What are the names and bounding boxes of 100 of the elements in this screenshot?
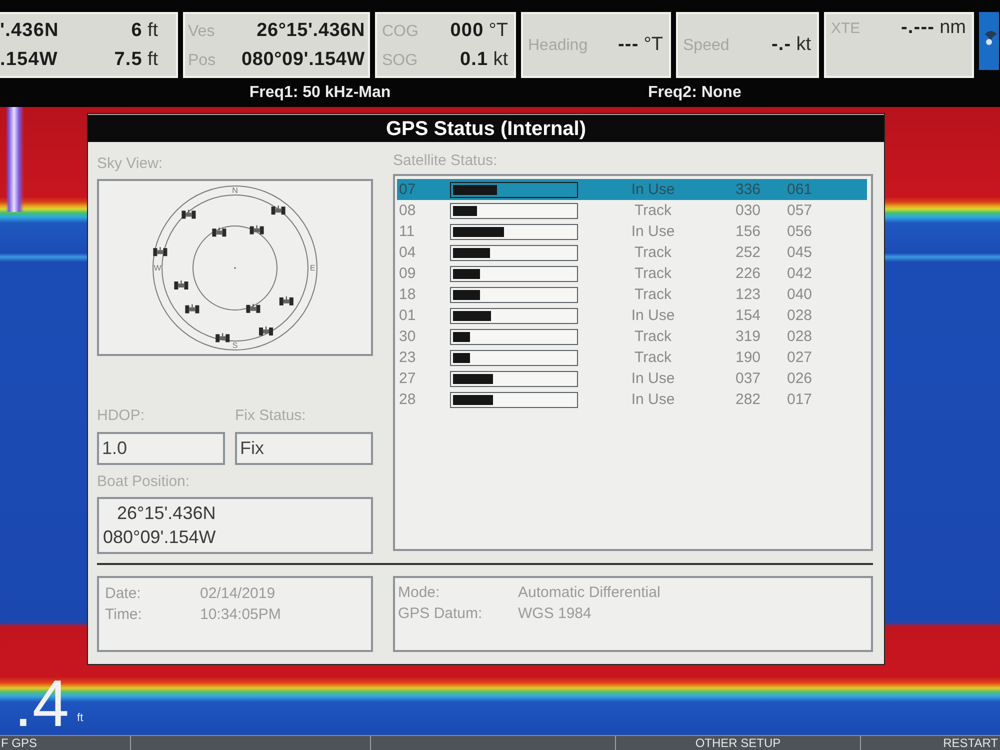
satellite-row[interactable]: 18 Track 123 040: [397, 284, 867, 305]
azimuth-value: 156: [734, 223, 762, 240]
satellite-icon: [271, 206, 286, 215]
tracking-status: Track: [634, 202, 672, 219]
azimuth-value: 030: [734, 202, 762, 219]
elevation-value: 061: [786, 181, 814, 198]
compass-label: N: [232, 186, 238, 195]
position-value: 080°09'.154W: [103, 526, 216, 549]
unit-label: ft: [147, 20, 158, 42]
satellite-row[interactable]: 08 Track 030 057: [397, 200, 867, 221]
satellite-icon: [216, 333, 230, 342]
satellite-id: 04: [398, 244, 417, 261]
satellite-id: 01: [398, 307, 417, 324]
compass-label: S: [232, 341, 238, 350]
satellite-icon: [259, 326, 273, 336]
azimuth-value: 252: [734, 244, 762, 261]
data-value: 0.1: [460, 48, 488, 70]
tracking-status: Track: [634, 265, 672, 282]
azimuth-value: 037: [734, 370, 762, 387]
data-value: 26°15'.436N: [256, 20, 365, 42]
satellite-id: 07: [398, 181, 417, 198]
menu-tab[interactable]: RESTART: [860, 736, 1000, 750]
satellite-icon: [182, 210, 196, 219]
satellite-icon: [185, 304, 200, 314]
azimuth-value: 226: [734, 265, 762, 282]
elevation-value: 042: [786, 265, 814, 282]
azimuth-value: 336: [734, 181, 762, 198]
satellite-row[interactable]: 09 Track 226 042: [397, 263, 867, 284]
satellite-row[interactable]: 23 Track 190 027: [397, 347, 867, 368]
elevation-value: 026: [786, 370, 814, 387]
field-label: Fix Status:: [235, 407, 306, 425]
satellite-id: 30: [398, 328, 417, 345]
menu-tab[interactable]: OTHER SETUP: [615, 736, 860, 750]
satellite-id: 11: [398, 223, 416, 240]
info-value: Automatic Differential: [518, 583, 662, 603]
data-value: -.---: [901, 17, 935, 39]
position-value: 26°15'.436N: [117, 502, 216, 525]
info-value: 10:34:05PM: [200, 605, 282, 625]
elevation-value: 056: [786, 223, 814, 240]
satellite-row[interactable]: 28 In Use 282 017: [397, 389, 867, 410]
elevation-value: 057: [786, 202, 814, 219]
frequency-label: Freq1: 50 kHz-Man: [249, 84, 391, 102]
tracking-status: In Use: [630, 391, 676, 408]
section-label: Satellite Status:: [393, 152, 498, 170]
field-label: HDOP:: [97, 407, 145, 425]
tile-icon[interactable]: [979, 12, 999, 70]
satellite-icon: [250, 225, 264, 234]
satellite-row[interactable]: 30 Track 319 028: [397, 326, 867, 347]
data-value: 000: [450, 20, 484, 42]
unit-label: °T: [644, 34, 663, 56]
satellite-icon: [279, 296, 294, 306]
satellite-id: 09: [398, 265, 417, 282]
azimuth-value: 190: [734, 349, 762, 366]
satellite-icon: [153, 247, 168, 256]
satellite-id: 28: [398, 391, 417, 408]
tracking-status: In Use: [630, 370, 676, 387]
tracking-status: Track: [634, 286, 672, 303]
elevation-value: 027: [786, 349, 814, 366]
satellite-row[interactable]: 07 In Use 336 061: [397, 179, 867, 200]
satellite-icon: [246, 304, 260, 313]
satellite-id: 27: [398, 370, 417, 387]
data-value: -.-: [771, 34, 792, 56]
fix-status-field: Fix: [235, 432, 373, 465]
satellite-id: 23: [398, 349, 417, 366]
azimuth-value: 319: [734, 328, 762, 345]
info-value: 02/14/2019: [200, 584, 276, 604]
tracking-status: In Use: [630, 223, 676, 240]
satellite-icon: [174, 280, 188, 290]
elevation-value: 028: [786, 307, 814, 324]
satellite-id: 18: [398, 286, 417, 303]
satellite-row[interactable]: 01 In Use 154 028: [397, 305, 867, 326]
info-label: Time:: [105, 605, 143, 625]
azimuth-value: 282: [734, 391, 762, 408]
unit-label: kt: [796, 34, 811, 56]
unit-label: ft: [147, 48, 158, 70]
info-label: GPS Datum:: [398, 604, 484, 624]
satellite-icon: [212, 228, 226, 237]
info-value: WGS 1984: [518, 604, 592, 624]
data-value: 6: [131, 20, 142, 42]
info-label: Date:: [105, 584, 142, 604]
field-label: Boat Position:: [97, 473, 190, 491]
data-value: 080°09'.154W: [242, 48, 365, 70]
azimuth-value: 154: [734, 307, 762, 324]
satellite-row[interactable]: 04 Track 252 045: [397, 242, 867, 263]
satellite-row[interactable]: 27 In Use 037 026: [397, 368, 867, 389]
unit-label: kt: [493, 48, 508, 70]
frequency-label: Freq2: None: [648, 84, 742, 102]
satellite-row[interactable]: 11 In Use 156 056: [397, 221, 867, 242]
menu-tab[interactable]: F GPS: [0, 736, 130, 750]
tracking-status: In Use: [630, 307, 676, 324]
compass-label: W: [154, 264, 162, 272]
hdop-field: 1.0: [97, 432, 225, 465]
tracking-status: In Use: [630, 181, 676, 198]
tracking-status: Track: [634, 328, 672, 345]
section-label: Sky View:: [97, 155, 163, 173]
data-value: ---: [618, 34, 639, 56]
elevation-value: 017: [786, 391, 814, 408]
azimuth-value: 123: [734, 286, 762, 303]
unit-label: °T: [488, 20, 508, 42]
info-label: Mode:: [398, 583, 441, 603]
